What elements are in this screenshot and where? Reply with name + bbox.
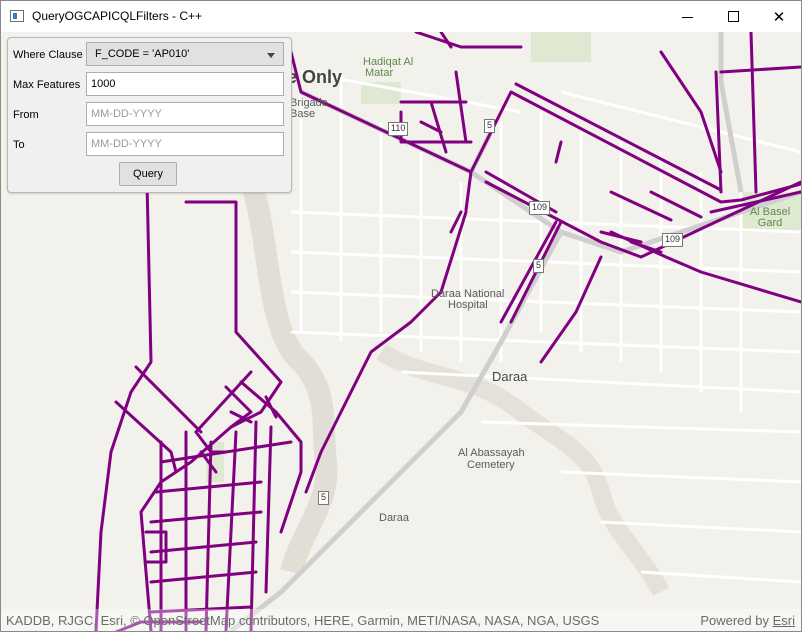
attribution-bar: KADDB, RJGC, Esri, © OpenStreetMap contr… [1, 609, 801, 631]
map-label-base: Base [290, 108, 316, 120]
powered-by: Powered by Esri [700, 613, 801, 628]
map-label-abassayah-line2: Cemetery [467, 459, 515, 471]
max-features-label: Max Features [13, 79, 81, 91]
powered-by-label: Powered by [700, 612, 769, 628]
maximize-button[interactable] [710, 1, 756, 32]
max-features-input[interactable]: 1000 [86, 72, 284, 96]
minimize-icon [681, 17, 693, 18]
from-label: From [13, 109, 39, 121]
chevron-down-icon [267, 53, 275, 58]
route-shield: 5 [484, 119, 496, 133]
window-title: QueryOGCAPICQLFilters - C++ [32, 9, 203, 23]
to-date-input[interactable]: MM-DD-YYYY [86, 132, 284, 156]
query-panel: Where Clause F_CODE = 'AP010' Max Featur… [7, 37, 292, 193]
minimize-button[interactable] [664, 1, 710, 32]
where-clause-label: Where Clause [13, 49, 83, 61]
route-shield: 109 [662, 233, 684, 247]
map-label-daraa-small: Daraa [379, 512, 409, 524]
app-icon [10, 10, 24, 22]
maximize-icon [727, 11, 739, 22]
to-label: To [13, 139, 25, 151]
map-label-basel: Al Basel Gard [749, 206, 791, 229]
route-shield: 5 [533, 259, 545, 273]
app-window: QueryOGCAPICQLFilters - C++ ✕ e Only Had… [0, 0, 802, 632]
from-date-input[interactable]: MM-DD-YYYY [86, 102, 284, 126]
map-label-matar: Matar [365, 67, 394, 79]
title-bar[interactable]: QueryOGCAPICQLFilters - C++ ✕ [1, 1, 801, 32]
route-shield: 109 [529, 201, 551, 215]
where-clause-value: F_CODE = 'AP010' [95, 48, 190, 60]
where-clause-dropdown[interactable]: F_CODE = 'AP010' [86, 42, 284, 66]
map-label-only: e Only [287, 67, 343, 87]
query-button[interactable]: Query [119, 162, 177, 186]
map-label-daraa-city: Daraa [492, 369, 528, 384]
close-icon: ✕ [772, 8, 786, 26]
map-label-abassayah-line1: Al Abassayah [458, 447, 525, 459]
route-shield: 5 [318, 491, 330, 505]
route-shield: 110 [388, 122, 409, 136]
esri-link[interactable]: Esri [773, 613, 795, 628]
map-label-hospital-line2: Hospital [448, 299, 488, 311]
close-button[interactable]: ✕ [756, 1, 801, 32]
attribution-text: KADDB, RJGC, Esri, © OpenStreetMap contr… [6, 612, 600, 628]
